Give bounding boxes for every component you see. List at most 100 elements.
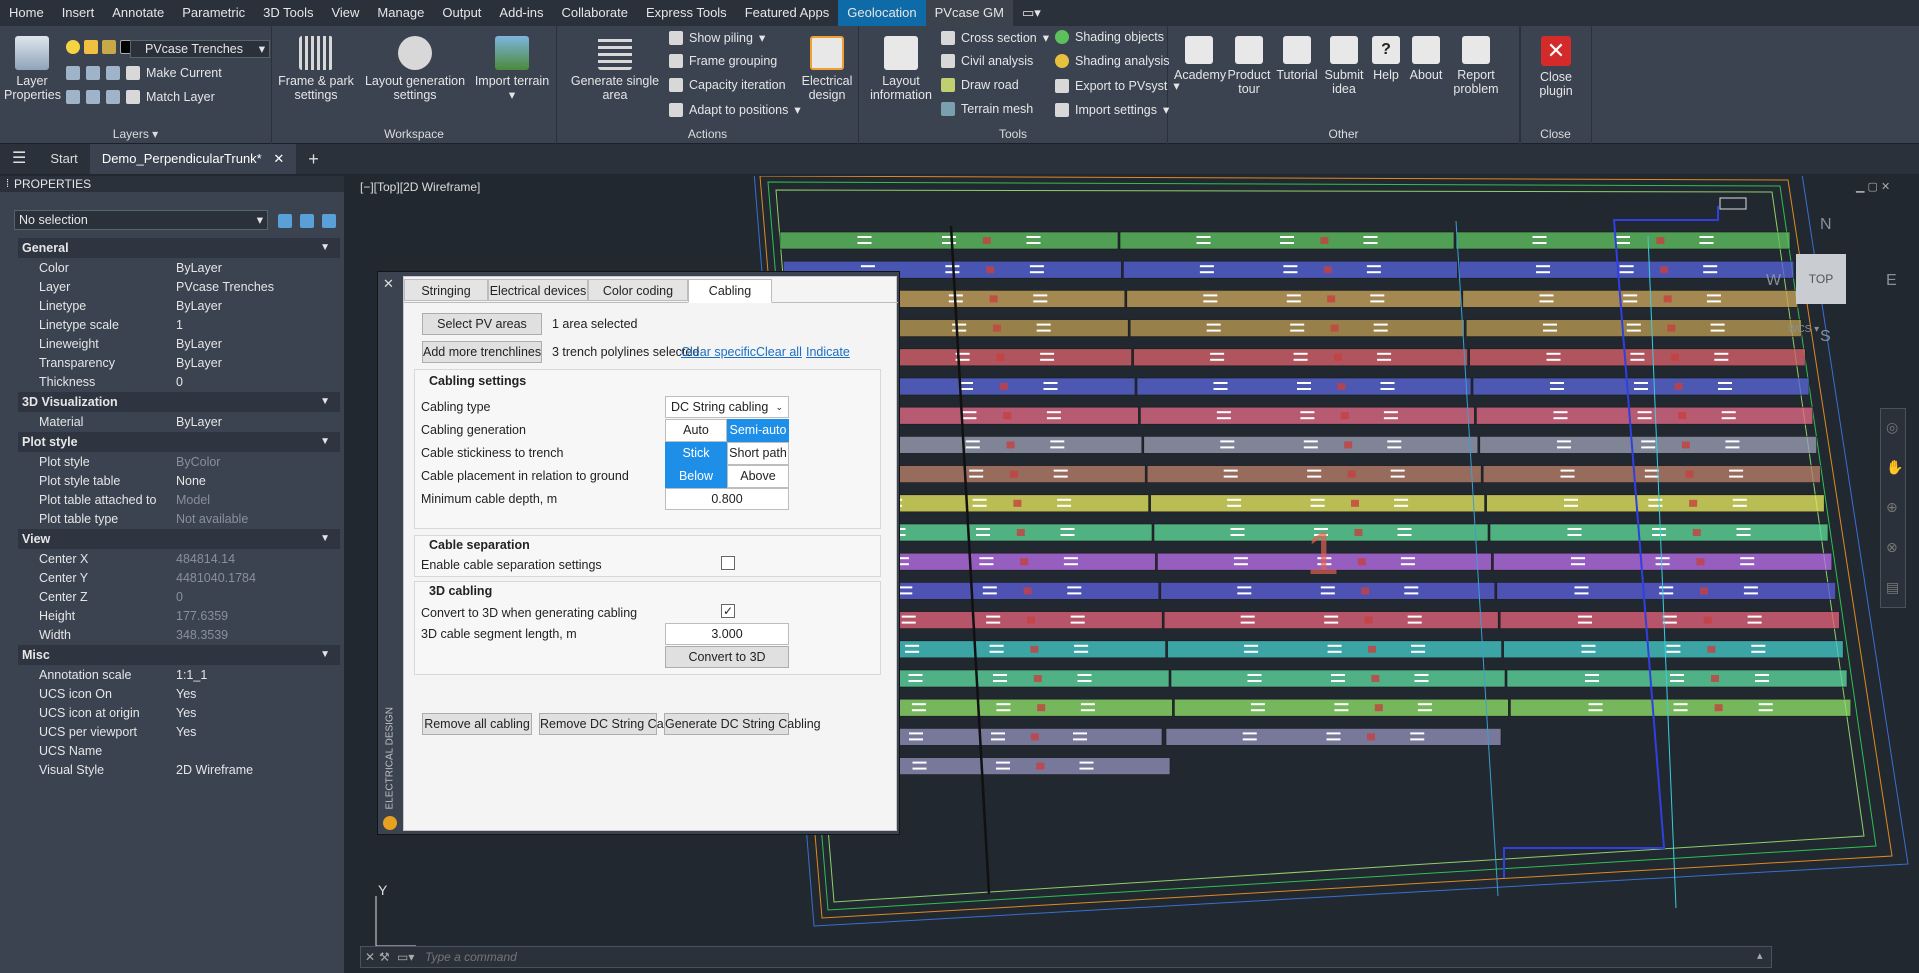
electrical-design-button[interactable]: Electrical design xyxy=(797,36,857,102)
export-pvsyst-button[interactable]: Export to PVsyst ▾ xyxy=(1055,78,1180,93)
below-toggle[interactable]: Below xyxy=(665,465,727,488)
select-objects-icon[interactable] xyxy=(300,214,314,228)
property-row[interactable]: Plot style table None xyxy=(18,472,340,491)
property-row[interactable]: UCS Name xyxy=(18,742,340,761)
collapse-icon[interactable]: ▼ xyxy=(320,529,330,549)
tab-electrical-devices[interactable]: Electrical devices xyxy=(488,279,588,301)
layers-panel-title[interactable]: Layers ▾ xyxy=(0,127,271,141)
import-terrain-button[interactable]: Import terrain ▾ xyxy=(472,36,552,102)
property-row[interactable]: Transparency ByLayer xyxy=(18,354,340,373)
hamburger-menu-icon[interactable]: ☰ xyxy=(0,144,38,174)
collapse-icon[interactable]: ▼ xyxy=(320,645,330,665)
enable-separation-checkbox[interactable] xyxy=(721,556,735,570)
property-row[interactable]: Width 348.3539 xyxy=(18,626,340,645)
dialog-close-icon[interactable]: ✕ xyxy=(383,276,394,292)
chevron-up-icon[interactable]: ▴ xyxy=(1757,949,1763,962)
draw-road-button[interactable]: Draw road xyxy=(941,78,1019,92)
tab-geolocation[interactable]: Geolocation xyxy=(838,0,926,26)
property-row[interactable]: Plot table attached to Model xyxy=(18,491,340,510)
collapse-icon[interactable]: ▼ xyxy=(320,238,330,258)
showmotion-icon[interactable]: ▤ xyxy=(1886,579,1899,596)
compass-south[interactable]: S xyxy=(1820,328,1831,346)
layer-dropdown[interactable]: PVcase Trenches ▾ xyxy=(130,40,270,58)
indicate-link[interactable]: Indicate xyxy=(806,345,850,359)
generate-single-area-button[interactable]: Generate single area xyxy=(563,36,667,102)
pan-hand-icon[interactable]: ✋ xyxy=(1886,459,1903,476)
match-layer-button[interactable]: Match Layer xyxy=(66,90,215,104)
collapse-icon[interactable]: ▼ xyxy=(320,432,330,452)
orbit-icon[interactable]: ⊗ xyxy=(1886,539,1898,556)
report-problem-button[interactable]: Report problem xyxy=(1448,36,1504,96)
semi-auto-toggle[interactable]: Semi-auto xyxy=(727,419,789,442)
frame-grouping-button[interactable]: Frame grouping xyxy=(669,54,777,68)
tab-cabling[interactable]: Cabling xyxy=(688,279,772,303)
tab-output[interactable]: Output xyxy=(433,0,490,26)
compass-west[interactable]: W xyxy=(1766,272,1781,290)
property-row[interactable]: Visual Style 2D Wireframe xyxy=(18,761,340,780)
terrain-mesh-button[interactable]: Terrain mesh xyxy=(941,102,1033,116)
property-row[interactable]: Center Z 0 xyxy=(18,588,340,607)
tab-3d-tools[interactable]: 3D Tools xyxy=(254,0,322,26)
wrench-icon[interactable]: ⚒ xyxy=(379,950,390,964)
properties-section-header[interactable]: Plot style ▼ xyxy=(18,432,340,452)
property-row[interactable]: Linetype ByLayer xyxy=(18,297,340,316)
collapse-icon[interactable]: ▼ xyxy=(320,392,330,412)
product-tour-button[interactable]: Product tour xyxy=(1226,36,1272,96)
convert-3d-checkbox[interactable]: ✓ xyxy=(721,604,735,618)
ribbon-minimize-icon[interactable]: ▭▾ xyxy=(1013,0,1050,26)
tab-manage[interactable]: Manage xyxy=(368,0,433,26)
property-row[interactable]: Linetype scale 1 xyxy=(18,316,340,335)
tab-add-ins[interactable]: Add-ins xyxy=(490,0,552,26)
make-current-button[interactable]: Make Current xyxy=(66,66,222,80)
segment-length-input[interactable]: 3.000 xyxy=(665,623,789,645)
shading-analysis-button[interactable]: Shading analysis xyxy=(1055,54,1170,68)
property-row[interactable]: Plot table type Not available xyxy=(18,510,340,529)
grip-icon[interactable]: ⁞ xyxy=(6,178,9,190)
property-row[interactable]: Layer PVcase Trenches xyxy=(18,278,340,297)
property-row[interactable]: UCS icon On Yes xyxy=(18,685,340,704)
tab-insert[interactable]: Insert xyxy=(53,0,104,26)
short-path-toggle[interactable]: Short path xyxy=(727,442,789,465)
generate-dc-string-cabling-button[interactable]: Generate DC String Cabling xyxy=(664,713,821,735)
properties-section-header[interactable]: General ▼ xyxy=(18,238,340,258)
properties-titlebar[interactable]: ⁞ PROPERTIES xyxy=(0,176,344,192)
tab-home[interactable]: Home xyxy=(0,0,53,26)
tab-express-tools[interactable]: Express Tools xyxy=(637,0,736,26)
command-prompt-icon[interactable]: ▭▾ xyxy=(397,950,414,964)
property-row[interactable]: UCS per viewport Yes xyxy=(18,723,340,742)
tab-featured-apps[interactable]: Featured Apps xyxy=(736,0,839,26)
layout-information-button[interactable]: Layout information xyxy=(863,36,939,102)
property-row[interactable]: Plot style ByColor xyxy=(18,453,340,472)
tab-start[interactable]: Start xyxy=(38,144,89,174)
cabling-type-select[interactable]: DC String cabling ⌄ xyxy=(665,396,789,418)
add-trenchlines-button[interactable]: Add more trenchlines xyxy=(422,341,542,363)
auto-toggle[interactable]: Auto xyxy=(665,419,727,442)
property-row[interactable]: Center Y 4481040.1784 xyxy=(18,569,340,588)
tab-parametric[interactable]: Parametric xyxy=(173,0,254,26)
property-row[interactable]: Thickness 0 xyxy=(18,373,340,392)
tab-view[interactable]: View xyxy=(322,0,368,26)
frame-park-settings-button[interactable]: Frame & park settings xyxy=(276,36,356,102)
select-pv-areas-button[interactable]: Select PV areas xyxy=(422,313,542,335)
properties-section-header[interactable]: 3D Visualization ▼ xyxy=(18,392,340,412)
civil-analysis-button[interactable]: Civil analysis xyxy=(941,54,1033,68)
quick-select-icon[interactable] xyxy=(322,214,336,228)
about-button[interactable]: About xyxy=(1406,36,1446,82)
layout-generation-settings-button[interactable]: Layout generation settings xyxy=(360,36,470,102)
clear-all-link[interactable]: Clear all xyxy=(756,345,802,359)
zoom-extents-icon[interactable]: ⊕ xyxy=(1886,499,1898,516)
import-settings-button[interactable]: Import settings ▾ xyxy=(1055,102,1169,117)
remove-all-cabling-button[interactable]: Remove all cabling xyxy=(422,713,532,735)
close-icon[interactable]: ✕ xyxy=(273,151,284,166)
tab-stringing[interactable]: Stringing xyxy=(404,279,488,301)
adapt-positions-button[interactable]: Adapt to positions ▾ xyxy=(669,102,801,117)
property-row[interactable]: Color ByLayer xyxy=(18,259,340,278)
tutorial-button[interactable]: Tutorial xyxy=(1274,36,1320,82)
tab-color-coding[interactable]: Color coding xyxy=(588,279,688,301)
wcs-dropdown[interactable]: WCS ▾ xyxy=(1788,324,1819,335)
stick-toggle[interactable]: Stick xyxy=(665,442,727,465)
submit-idea-button[interactable]: Submit idea xyxy=(1322,36,1366,96)
compass-east[interactable]: E xyxy=(1886,272,1897,290)
selection-dropdown[interactable]: No selection ▾ xyxy=(14,210,268,230)
property-row[interactable]: UCS icon at origin Yes xyxy=(18,704,340,723)
